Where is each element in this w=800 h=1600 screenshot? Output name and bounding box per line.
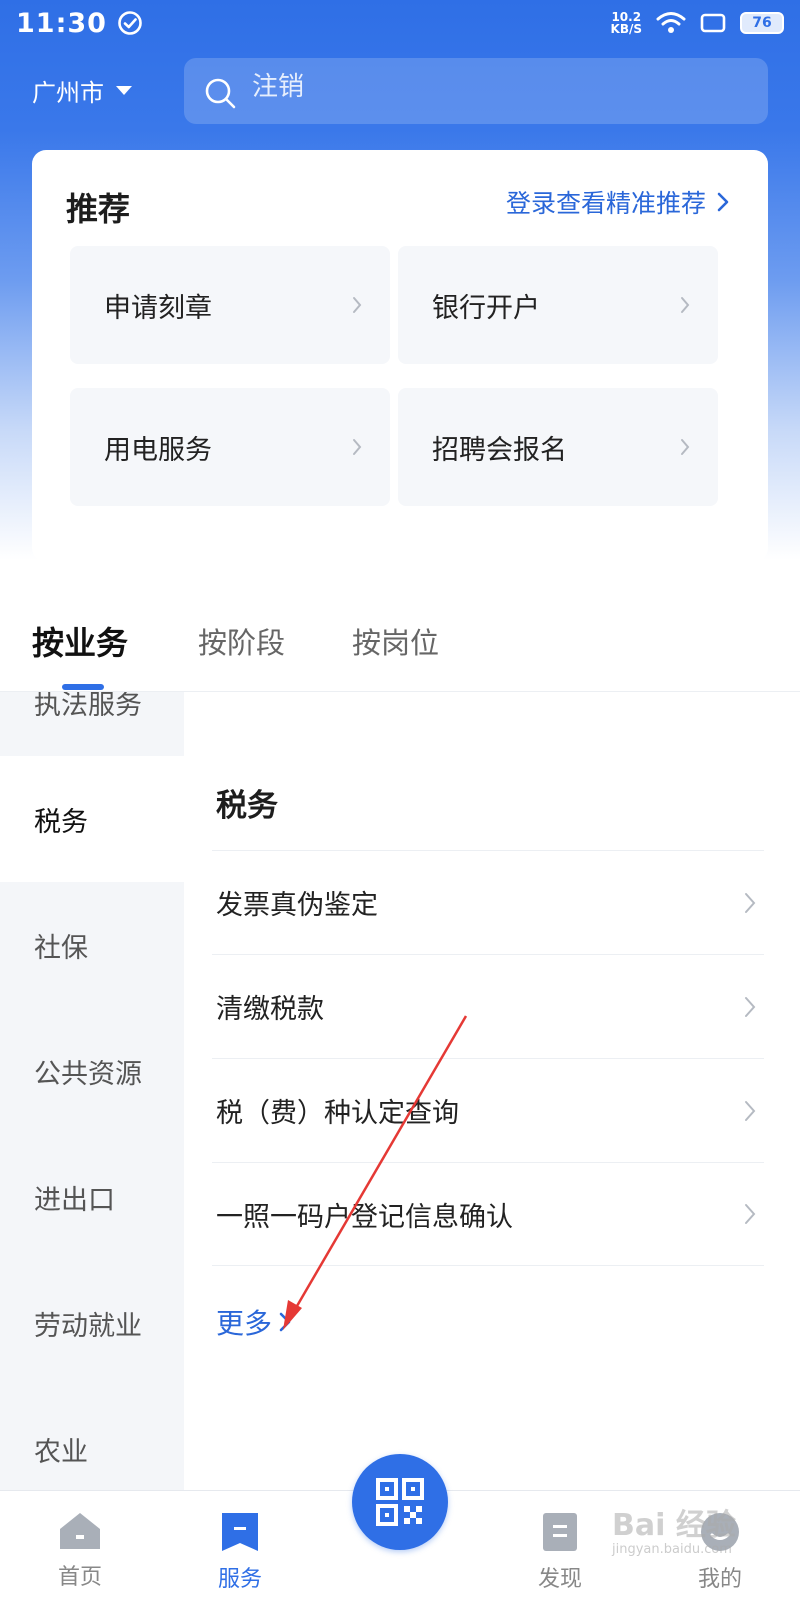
nav-discover-label: 发现 [537,1567,582,1592]
list-item[interactable]: 清缴税款 [212,954,764,1058]
sidebar-item-public-resources[interactable]: 公共资源 [0,1008,184,1134]
document-icon [543,1513,577,1551]
wifi-icon [656,12,686,33]
category-tabs: 按业务 按阶段 按岗位 [0,600,800,692]
list-item-label: 发票真伪鉴定 [216,890,378,921]
caret-down-icon [116,85,132,95]
sidebar-item-social-security[interactable]: 社保 [0,882,184,1008]
nav-service-label: 服务 [217,1567,262,1592]
chevron-right-icon [681,297,690,313]
search-input[interactable]: 注销 [184,58,768,124]
login-recommend-link[interactable]: 登录查看精准推荐 [506,184,730,220]
search-placeholder: 注销 [252,71,305,102]
chevron-right-icon [745,1100,756,1121]
category-title: 税务 [216,788,278,824]
chevron-right-icon [353,439,362,455]
city-label: 广州市 [32,78,104,107]
battery-indicator: 76 [740,12,784,34]
chevron-right-icon [279,1312,291,1332]
category-sidebar: 执法服务 税务 社保 公共资源 进出口 劳动就业 农业 [0,692,184,1492]
screen-icon [700,13,726,33]
qr-code-icon [376,1478,424,1526]
chevron-right-icon [681,439,690,455]
nav-mine-label: 我的 [697,1567,742,1592]
recommend-card: 推荐 登录查看精准推荐 申请刻章 银行开户 用电服务 招聘会报名 [32,150,768,562]
list-item[interactable]: 税（费）种认定查询 [212,1058,764,1162]
list-item-label: 一照一码户登记信息确认 [216,1201,513,1233]
chevron-right-icon [745,892,756,913]
recommend-item[interactable]: 招聘会报名 [398,388,718,506]
recommend-item-label: 申请刻章 [104,292,212,324]
sidebar-item-import-export[interactable]: 进出口 [0,1134,184,1260]
sidebar-item-agriculture[interactable]: 农业 [0,1386,184,1492]
tab-by-business[interactable]: 按业务 [32,618,128,664]
recommend-title: 推荐 [66,190,131,228]
tab-by-position[interactable]: 按岗位 [352,620,439,662]
chevron-right-icon [353,297,362,313]
home-icon [60,1513,100,1549]
search-icon [205,78,236,109]
scan-qr-button[interactable] [352,1454,448,1550]
sidebar-item-labor-employment[interactable]: 劳动就业 [0,1260,184,1386]
tab-active-indicator [62,684,104,690]
list-item-label: 清缴税款 [216,994,324,1025]
list-item[interactable]: 发票真伪鉴定 [212,850,764,954]
city-selector[interactable]: 广州市 [32,70,132,110]
sidebar-item-law-enforcement[interactable]: 执法服务 [0,692,184,732]
chevron-right-icon [745,1204,756,1224]
check-circle-icon [118,11,142,35]
nav-home[interactable]: 首页 [30,1511,130,1591]
recommend-item-label: 银行开户 [432,292,540,324]
login-recommend-label: 登录查看精准推荐 [505,189,706,218]
chevron-right-icon [745,996,756,1017]
recommend-item[interactable]: 银行开户 [398,246,718,364]
status-bar: 11:30 10.2 KB/S 76 [0,0,800,46]
tab-by-stage[interactable]: 按阶段 [198,620,285,662]
sidebar-item-tax[interactable]: 税务 [0,756,184,882]
recommend-item[interactable]: 用电服务 [70,388,390,506]
nav-discover[interactable]: 发现 [510,1511,610,1593]
nav-home-label: 首页 [57,1565,102,1590]
recommend-item-label: 用电服务 [104,434,212,466]
status-time: 11:30 [16,7,107,39]
chevron-right-icon [717,192,729,212]
bookmark-icon [222,1513,258,1551]
watermark-brand: Bai 经验 [612,1508,736,1543]
nav-service[interactable]: 服务 [190,1511,290,1593]
list-item[interactable]: 一照一码户登记信息确认 [212,1162,764,1266]
more-link[interactable]: 更多 [216,1302,292,1342]
service-list-panel: 税务 发票真伪鉴定 清缴税款 税（费）种认定查询 一照一码户登记信息确认 更多 [184,692,800,1492]
recommend-item[interactable]: 申请刻章 [70,246,390,364]
more-label: 更多 [216,1307,273,1340]
watermark-url: jingyan.baidu.com [612,1542,732,1557]
network-speed: 10.2 KB/S [610,10,642,36]
list-item-label: 税（费）种认定查询 [216,1098,459,1129]
recommend-item-label: 招聘会报名 [432,434,567,466]
